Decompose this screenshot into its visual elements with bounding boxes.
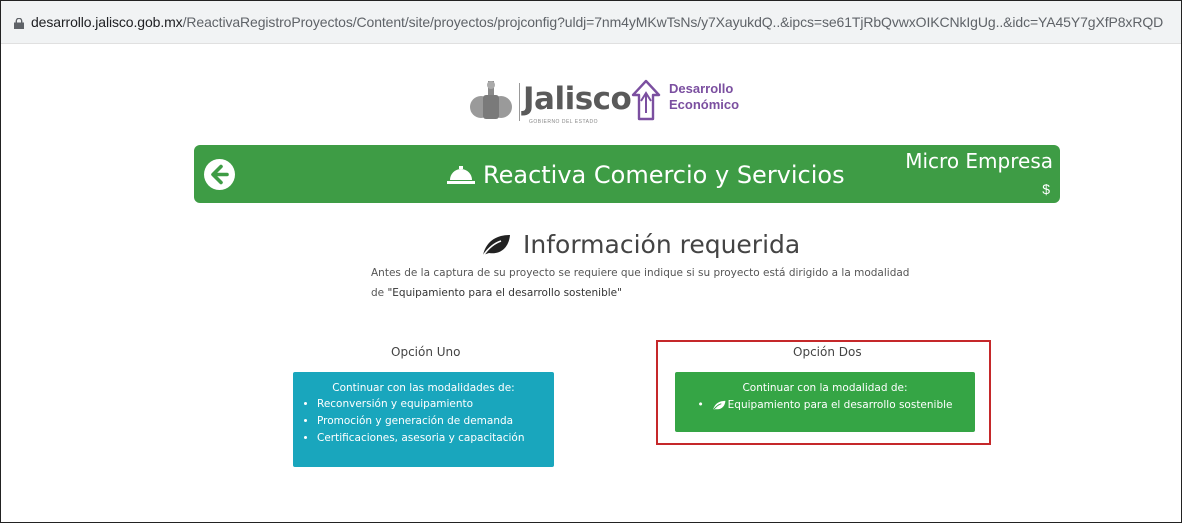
url-path: /ReactivaRegistroProyectos/Content/site/… xyxy=(182,14,1164,30)
option-two-item: • Equipamiento para el desarrollo sosten… xyxy=(675,399,975,411)
option-two-item-text: Equipamiento para el desarrollo sostenib… xyxy=(727,399,953,411)
jalisco-seal-icon xyxy=(470,81,512,119)
program-banner: Reactiva Comercio y Servicios Micro Empr… xyxy=(194,145,1060,203)
list-item: Reconversión y equipamiento xyxy=(317,396,554,413)
desarrollo-logo-line1: Desarrollo xyxy=(669,81,734,96)
url-text[interactable]: desarrollo.jalisco.gob.mx/ReactivaRegist… xyxy=(31,14,1163,30)
bullet-icon: • xyxy=(697,399,704,411)
option-two-head: Continuar con la modalidad de: xyxy=(742,382,908,394)
option-two-button[interactable]: Continuar con la modalidad de: • Equipam… xyxy=(675,372,975,432)
lock-icon xyxy=(14,18,24,29)
header-logos: Jalisco GOBIERNO DEL ESTADO Desarrollo E… xyxy=(467,73,767,133)
back-arrow-icon[interactable] xyxy=(204,159,235,190)
url-host: desarrollo.jalisco.gob.mx xyxy=(31,14,183,30)
info-title: Información requerida xyxy=(481,230,800,259)
option-one-list: Reconversión y equipamiento Promoción y … xyxy=(293,396,554,447)
option-one-button[interactable]: Continuar con las modalidades de: Reconv… xyxy=(293,372,554,467)
info-modality-quote: "Equipamiento para el desarrollo sosteni… xyxy=(387,287,622,299)
leaf-icon xyxy=(712,400,726,411)
address-bar[interactable]: desarrollo.jalisco.gob.mx/ReactivaRegist… xyxy=(1,1,1181,44)
currency-symbol: $ xyxy=(1042,181,1050,197)
desarrollo-economico-house-icon xyxy=(631,79,661,121)
list-item: Promoción y generación de demanda xyxy=(317,413,554,430)
leaf-icon xyxy=(482,234,510,256)
browser-window: desarrollo.jalisco.gob.mx/ReactivaRegist… xyxy=(0,0,1182,523)
list-item: Certificaciones, asesoria y capacitación xyxy=(317,430,554,447)
info-title-text: Información requerida xyxy=(523,230,801,259)
jalisco-logo-text: Jalisco xyxy=(523,81,632,117)
company-tier-label: Micro Empresa xyxy=(905,149,1053,173)
option-one-label: Opción Uno xyxy=(391,345,461,359)
info-description: Antes de la captura de su proyecto se re… xyxy=(371,263,911,303)
logo-divider xyxy=(519,83,520,121)
banner-title-text: Reactiva Comercio y Servicios xyxy=(483,161,845,189)
service-bell-icon xyxy=(447,166,475,184)
banner-title: Reactiva Comercio y Servicios xyxy=(447,161,845,189)
option-one-head: Continuar con las modalidades de: xyxy=(332,382,515,394)
desarrollo-logo-line2: Económico xyxy=(669,97,740,112)
option-two-label: Opción Dos xyxy=(793,345,862,359)
jalisco-logo-subtext: GOBIERNO DEL ESTADO xyxy=(529,119,598,125)
